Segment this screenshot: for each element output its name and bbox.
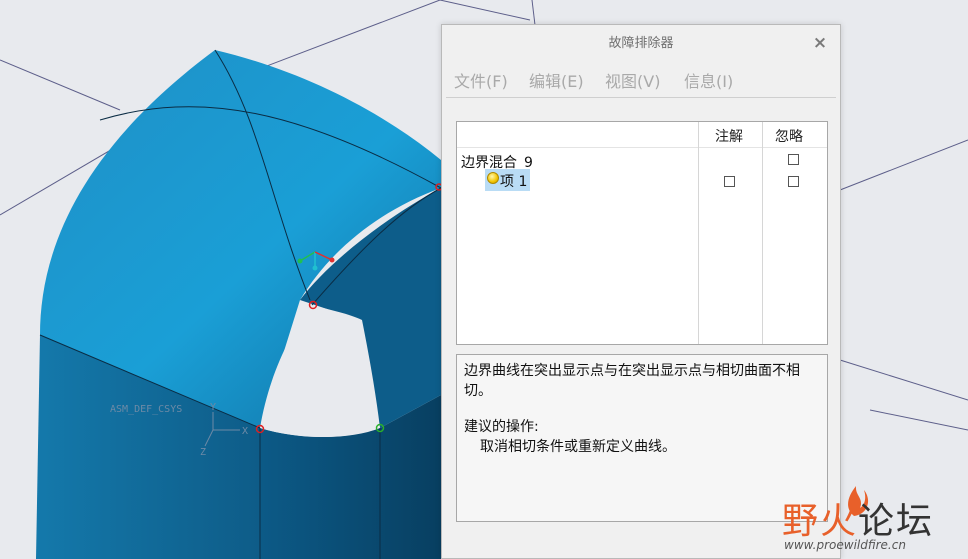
note-checkbox-item[interactable] xyxy=(724,176,735,187)
csys-y-label: Y xyxy=(210,402,216,413)
column-divider xyxy=(762,122,763,344)
ignore-checkbox-feature[interactable] xyxy=(788,154,799,165)
tree-node-item-selected[interactable]: 项 1 xyxy=(485,169,530,191)
close-icon[interactable]: × xyxy=(812,34,828,52)
csys-z-label: Z xyxy=(200,447,206,458)
suggestion-title: 建议的操作: xyxy=(464,419,539,435)
tree-header: 注解 忽略 xyxy=(457,122,827,148)
warning-bulb-icon xyxy=(487,172,499,184)
column-ignore-header: 忽略 xyxy=(775,129,803,145)
menu-bar: 文件(F) 编辑(E) 视图(V) 信息(I) xyxy=(446,67,836,98)
blended-solid[interactable] xyxy=(36,49,442,559)
message-panel: 边界曲线在突出显示点与在突出显示点与相切曲面不相 切。 建议的操作: 取消相切条… xyxy=(456,354,828,522)
menu-info[interactable]: 信息(I) xyxy=(684,69,733,95)
column-divider xyxy=(698,122,699,344)
message-line-2: 切。 xyxy=(464,383,492,399)
dialog-title: 故障排除器 xyxy=(608,36,674,51)
column-note-header: 注解 xyxy=(715,129,743,145)
suggestion-body: 取消相切条件或重新定义曲线。 xyxy=(480,439,676,455)
tree-node-item-label: 项 1 xyxy=(500,174,528,190)
csys-x-label: X xyxy=(242,426,248,437)
forum-watermark: 野火论坛 www.proewildfire.cn xyxy=(778,478,968,558)
message-line-1: 边界曲线在突出显示点与在突出显示点与相切曲面不相 xyxy=(464,363,800,379)
ignore-checkbox-item[interactable] xyxy=(788,176,799,187)
menu-view[interactable]: 视图(V) xyxy=(605,69,660,95)
csys-label: ASM_DEF_CSYS xyxy=(110,404,182,415)
watermark-url: www.proewildfire.cn xyxy=(784,538,906,552)
menu-file[interactable]: 文件(F) xyxy=(454,69,508,95)
watermark-text: 野火论坛 xyxy=(782,501,935,542)
troubleshooter-tree[interactable]: 注解 忽略 边界混合_9 项 1 xyxy=(456,121,828,345)
menu-edit[interactable]: 编辑(E) xyxy=(529,69,584,95)
